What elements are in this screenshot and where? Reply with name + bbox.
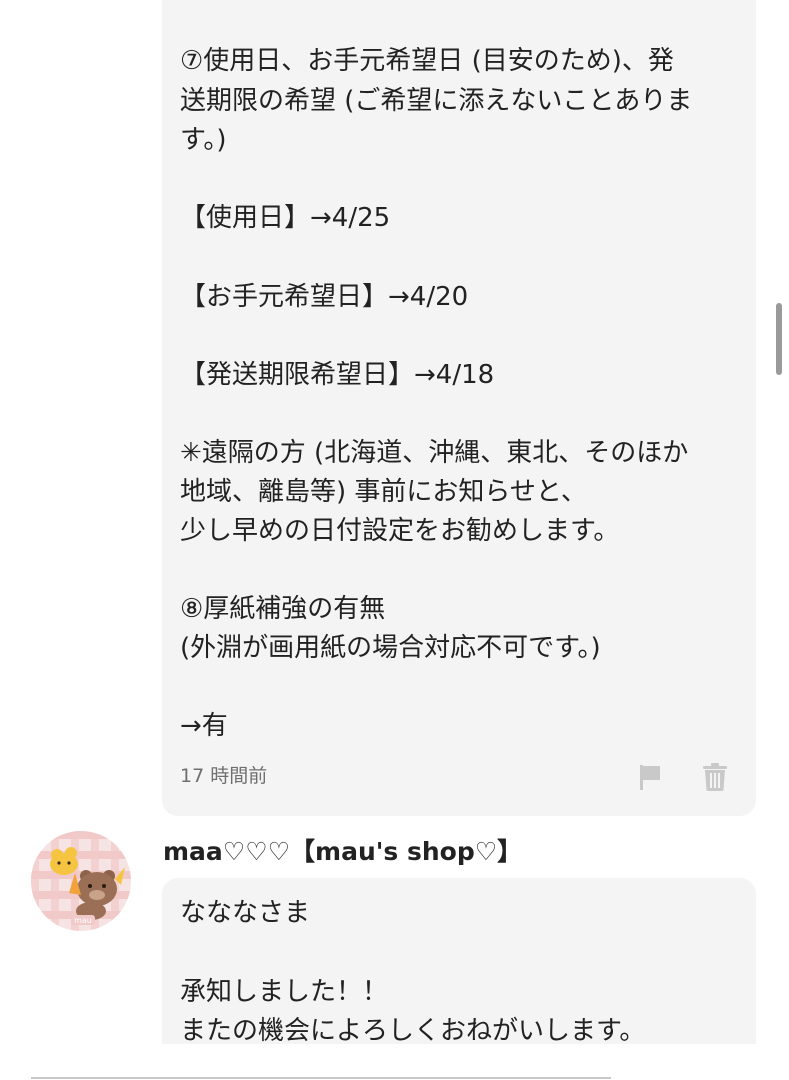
message-line: 【発送期限希望日】→4/18: [180, 360, 495, 390]
message-line: 送期限の希望 (ご希望に添えないことありま: [180, 86, 693, 116]
message-thread: ⑦使用日、お手元希望日 (目安のため)、発 送期限の希望 (ご希望に添えないこと…: [0, 0, 789, 1080]
message-line: 【お手元希望日】→4/20: [180, 282, 469, 312]
reply-line: なななさま: [180, 898, 311, 928]
message-line: 【使用日】→4/25: [180, 203, 391, 233]
reply-line: 承知しました！！: [180, 977, 389, 1007]
scrollbar[interactable]: [776, 303, 782, 375]
message-line: す。): [180, 125, 227, 155]
message-line: 少し早めの日付設定をお勧めします。: [180, 516, 620, 546]
sender-name[interactable]: maa♡♡♡【mau's shop♡】: [163, 834, 522, 870]
report-button[interactable]: [638, 763, 664, 791]
message-line: (外淵が画用紙の場合対応不可です。): [180, 633, 601, 663]
message-line: ⑧厚紙補強の有無: [180, 594, 386, 624]
avatar[interactable]: mau: [31, 831, 131, 931]
avatar-label: mau: [74, 916, 92, 925]
message-timestamp: 17 時間前: [180, 765, 268, 787]
delete-button[interactable]: [701, 762, 729, 792]
message-line: 地域、離島等) 事前にお知らせと、: [180, 477, 587, 507]
trash-icon: [703, 763, 727, 791]
message-line: ✳遠隔の方 (北海道、沖縄、東北、そのほか: [180, 438, 689, 468]
message-line: →有: [180, 711, 228, 741]
viewport-edge: [0, 1044, 789, 1080]
message-line: ⑦使用日、お手元希望日 (目安のため)、発: [180, 46, 674, 76]
flag-icon: [640, 765, 660, 790]
bear-avatar-icon: mau: [31, 831, 131, 931]
divider: [31, 1077, 611, 1079]
